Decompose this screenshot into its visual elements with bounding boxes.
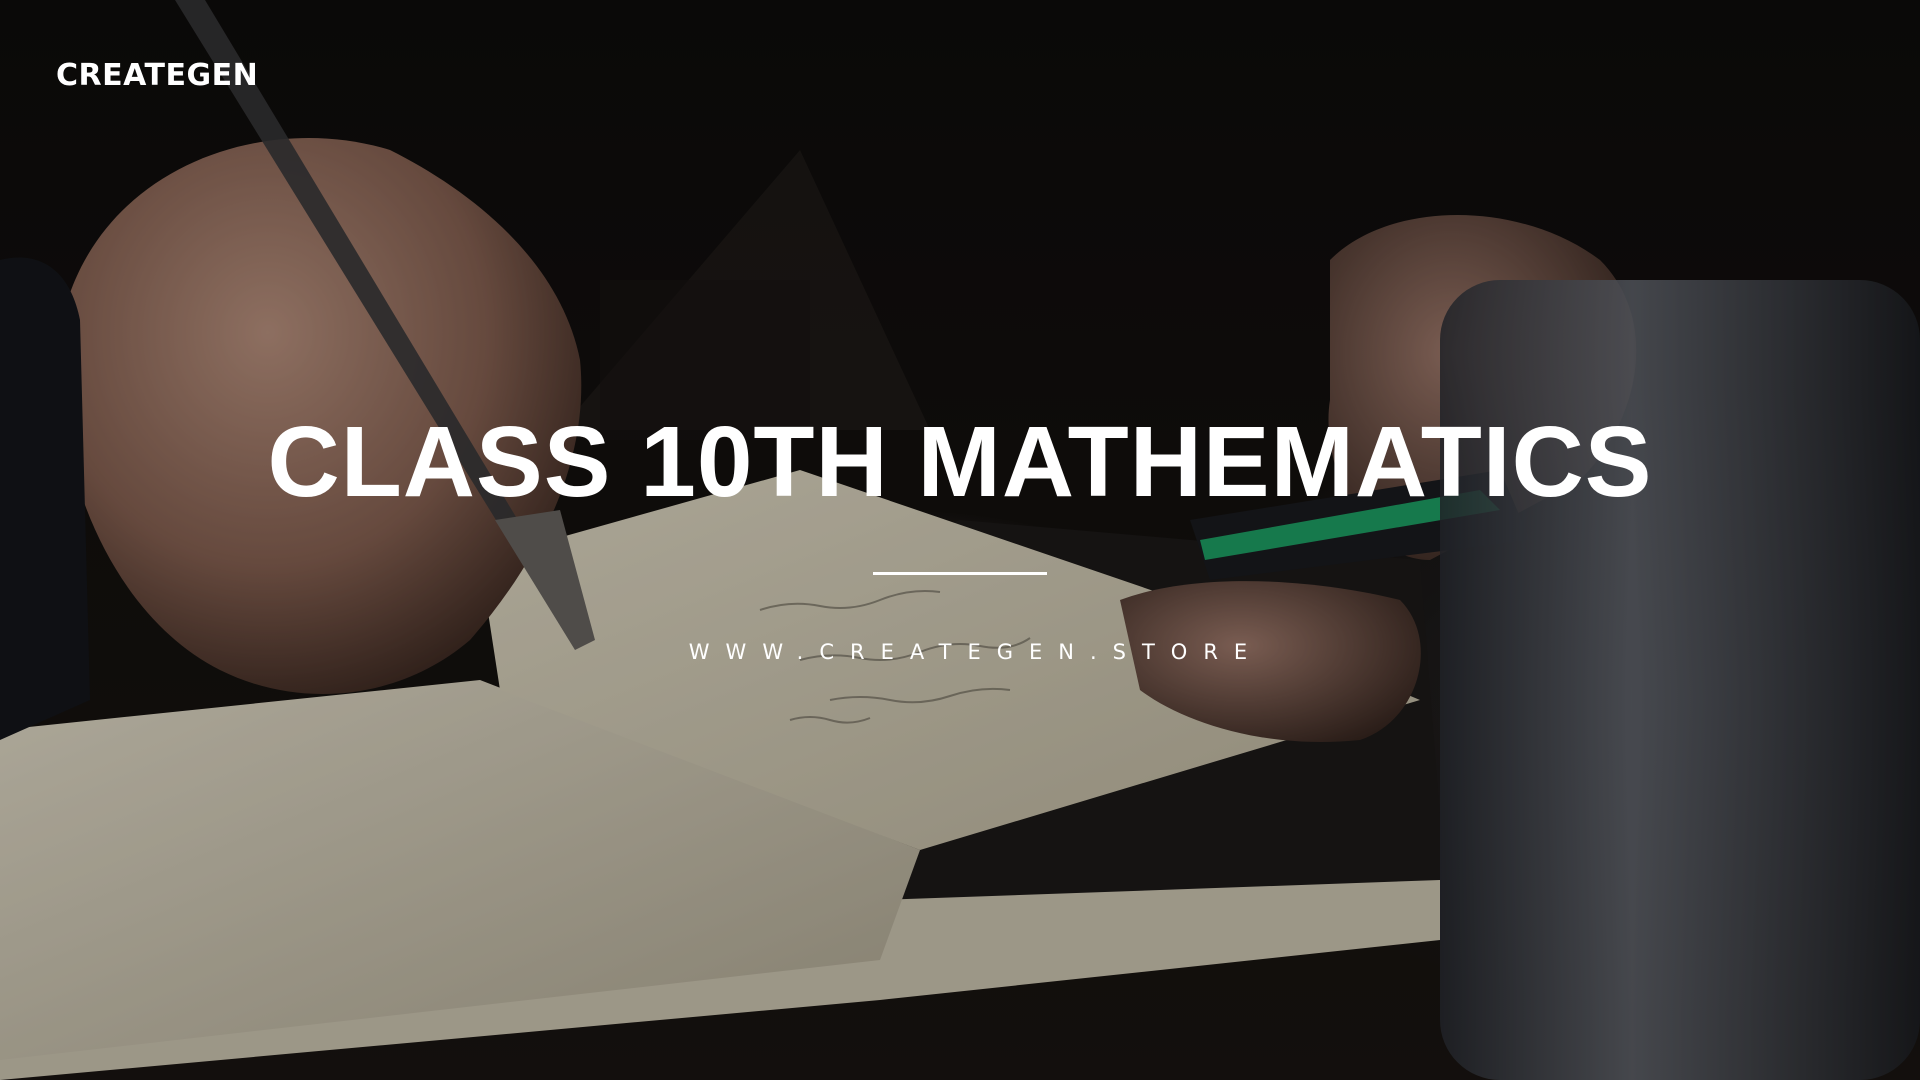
dark-overlay [0, 0, 1920, 1080]
brand-logo: CREATEGEN [56, 58, 259, 93]
slide-title: CLASS 10TH MATHEMATICS [267, 406, 1653, 518]
title-divider [873, 572, 1047, 575]
website-url: WWW.CREATEGEN.STORE [688, 640, 1264, 664]
title-slide: CREATEGEN CLASS 10TH MATHEMATICS WWW.CRE… [0, 0, 1920, 1080]
